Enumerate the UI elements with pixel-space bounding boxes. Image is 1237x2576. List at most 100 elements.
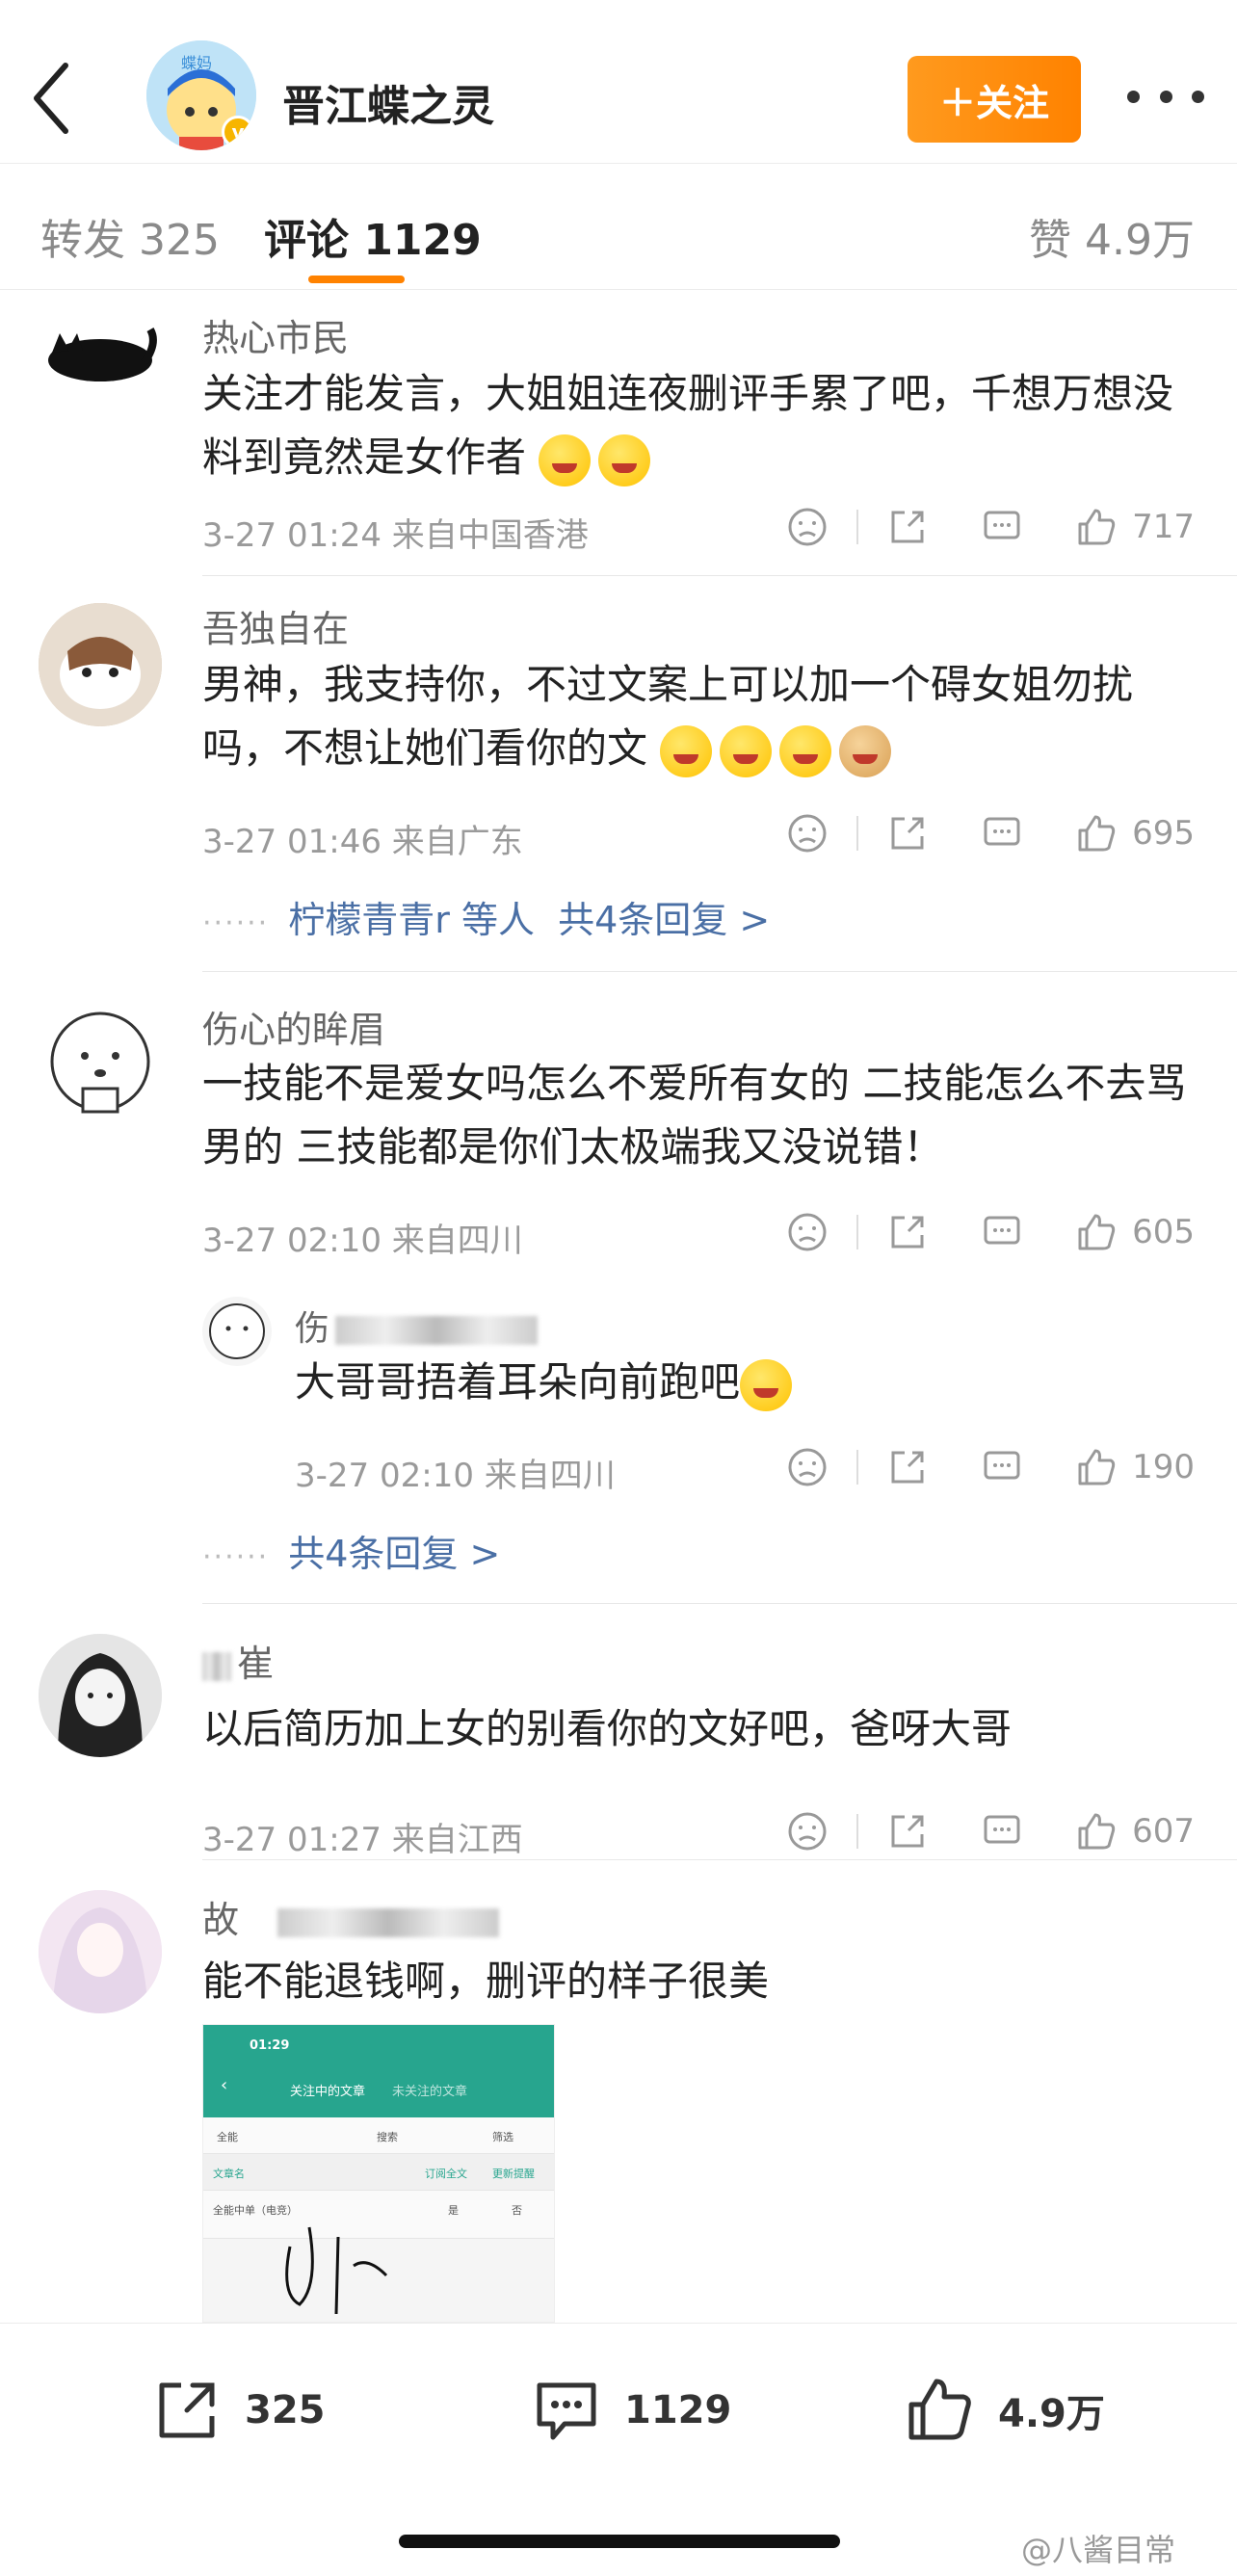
commenter-avatar[interactable] (39, 1000, 162, 1123)
comment-text: 一技能不是爱女吗怎么不爱所有女的 二技能怎么不去骂男的 三技能都是你们太极端我又… (202, 1060, 1187, 1170)
thumbnail-tab-other: 未关注的文章 (392, 2085, 468, 2099)
dislike-face-icon[interactable] (785, 1445, 829, 1489)
cat-photo-icon (39, 603, 162, 726)
comment-bubble-icon[interactable] (980, 505, 1024, 549)
thumbnail-app-header: 01:29 ‹ 关注中的文章 未关注的文章 (203, 2025, 554, 2117)
thumbnail-back-icon: ‹ (221, 2075, 228, 2095)
laugh-cry-emoji-icon (720, 724, 773, 777)
like-count: 190 (1132, 1448, 1195, 1486)
sub-reply-avatar[interactable] (202, 1297, 272, 1366)
comment-date-location: 3-27 02:10 来自四川 (202, 1222, 523, 1260)
home-indicator[interactable] (399, 2535, 840, 2548)
handwriting-scribble-icon (285, 2226, 388, 2315)
comment-meta: 3-27 01:27 来自江西 607 (202, 1807, 1195, 1859)
comment-meta: 3-27 02:10 来自四川 605 (202, 1208, 1195, 1260)
commenter-name[interactable]: 热心市民 (202, 308, 349, 361)
view-replies-link[interactable]: ······ 共4条回复 > (202, 1524, 500, 1577)
sketch-bear-icon (50, 1012, 150, 1114)
commenter-avatar[interactable] (39, 295, 162, 418)
thumbnail-filter-row: 全能 搜索 筛选 (203, 2117, 554, 2154)
comment-text: 男神，我支持你，不过文案上可以加一个碍女姐勿扰吗，不想让她们看你的文 (202, 653, 1195, 780)
laugh-cry-emoji-icon (660, 724, 713, 777)
commenter-name[interactable]: 吾独自在 (202, 599, 349, 652)
comment-divider (202, 1603, 1237, 1604)
dislike-face-icon[interactable] (785, 1809, 829, 1853)
repost-button[interactable]: 325 (150, 2372, 326, 2449)
comment-text: 能不能退钱啊，删评的样子很美 (202, 1958, 770, 2005)
comment-divider (202, 1859, 1237, 1860)
comment-image-thumbnail[interactable]: 01:29 ‹ 关注中的文章 未关注的文章 全能 搜索 筛选 文章名 订阅全文 … (202, 2024, 555, 2323)
comment-bubble-icon[interactable] (980, 1445, 1024, 1489)
commenter-name[interactable]: 伤心的眸眉 (202, 1000, 385, 1053)
commenter-name[interactable]: 崔 (202, 1634, 274, 1687)
hug-emoji-icon (539, 434, 592, 486)
verified-badge-icon: v (222, 116, 254, 148)
share-icon[interactable] (885, 505, 930, 549)
share-icon[interactable] (885, 1809, 930, 1853)
comment-date-location: 3-27 01:46 来自广东 (202, 823, 523, 861)
comment-divider (202, 971, 1237, 972)
like-thumb-icon[interactable] (1074, 811, 1119, 855)
account-avatar[interactable]: 蝶妈 v (146, 40, 256, 150)
comment-bubble-icon[interactable] (980, 811, 1024, 855)
dislike-face-icon[interactable] (785, 811, 829, 855)
doge-emoji-icon (839, 724, 892, 777)
comment-bubble-icon[interactable] (980, 1210, 1024, 1254)
comment-bubble-icon[interactable] (980, 1809, 1024, 1853)
like-count: 717 (1132, 508, 1195, 546)
comment-date-location: 3-27 02:10 来自四川 (295, 1457, 616, 1495)
hug-emoji-icon (598, 434, 651, 486)
thumbs-up-icon (908, 2379, 971, 2440)
share-icon[interactable] (885, 1210, 930, 1254)
black-cat-icon (48, 328, 157, 381)
post-stats-tabs: 转发 325 评论 1129 赞 4.9万 (0, 165, 1237, 290)
like-thumb-icon[interactable] (1074, 1210, 1119, 1254)
tab-comments[interactable]: 评论 1129 (264, 205, 482, 267)
back-arrow-icon[interactable] (29, 60, 77, 137)
dislike-face-icon[interactable] (785, 505, 829, 549)
sub-reply-name[interactable]: 伤 (295, 1301, 539, 1351)
divider (856, 1814, 859, 1849)
follow-button[interactable]: ＋关注 (908, 56, 1081, 143)
like-thumb-icon[interactable] (1074, 505, 1119, 549)
thumbnail-time: 01:29 (250, 2038, 290, 2053)
commenter-avatar[interactable] (39, 603, 162, 726)
comment-text: 关注才能发言，大姐姐连夜删评手累了吧，千想万想没料到竟然是女作者 (202, 362, 1195, 489)
active-tab-indicator (308, 276, 405, 283)
view-replies-link[interactable]: ······ 柠檬青青r 等人 共4条回复 > (202, 890, 770, 943)
comment-text: 以后简历加上女的别看你的文好吧，爸呀大哥 (202, 1705, 1013, 1752)
like-count: 695 (1132, 814, 1195, 853)
like-button[interactable]: 4.9万 (904, 2372, 1105, 2449)
more-options-icon[interactable] (1127, 77, 1204, 116)
watermark: @八酱目常 (1021, 2532, 1176, 2568)
tab-likes[interactable]: 赞 4.9万 (1029, 205, 1195, 267)
comment-icon (537, 2382, 596, 2440)
dislike-face-icon[interactable] (785, 1210, 829, 1254)
comment-date-location: 3-27 01:24 来自中国香港 (202, 516, 589, 555)
comment-meta: 3-27 01:46 来自广东 695 (202, 809, 1195, 861)
sketch-bear-icon (209, 1303, 265, 1359)
share-icon[interactable] (885, 811, 930, 855)
anime-character-icon (39, 1890, 162, 2013)
divider (856, 510, 859, 544)
like-thumb-icon[interactable] (1074, 1445, 1119, 1489)
like-thumb-icon[interactable] (1074, 1809, 1119, 1853)
top-nav-bar: 蝶妈 v 晋江蝶之灵 ＋关注 (0, 0, 1237, 164)
commenter-name[interactable]: 故 (202, 1890, 500, 1943)
tab-repost[interactable]: 转发 325 (40, 205, 220, 267)
comment-button[interactable]: 1129 (530, 2372, 731, 2449)
laugh-cry-emoji-icon (779, 724, 832, 777)
repost-icon (159, 2382, 215, 2438)
like-count: 605 (1132, 1213, 1195, 1251)
sub-reply-text: 大哥哥捂着耳朵向前跑吧 (295, 1351, 1191, 1414)
divider (856, 816, 859, 851)
account-name[interactable]: 晋江蝶之灵 (282, 71, 494, 133)
comment-meta: 3-27 01:24 来自中国香港 717 (202, 503, 1195, 555)
comment-divider (202, 575, 1237, 576)
divider (856, 1450, 859, 1485)
share-icon[interactable] (885, 1445, 930, 1489)
commenter-avatar[interactable] (39, 1634, 162, 1757)
commenter-avatar[interactable] (39, 1890, 162, 2013)
avatar-label: 蝶妈 (181, 54, 213, 72)
comment-date-location: 3-27 01:27 来自江西 (202, 1821, 523, 1859)
